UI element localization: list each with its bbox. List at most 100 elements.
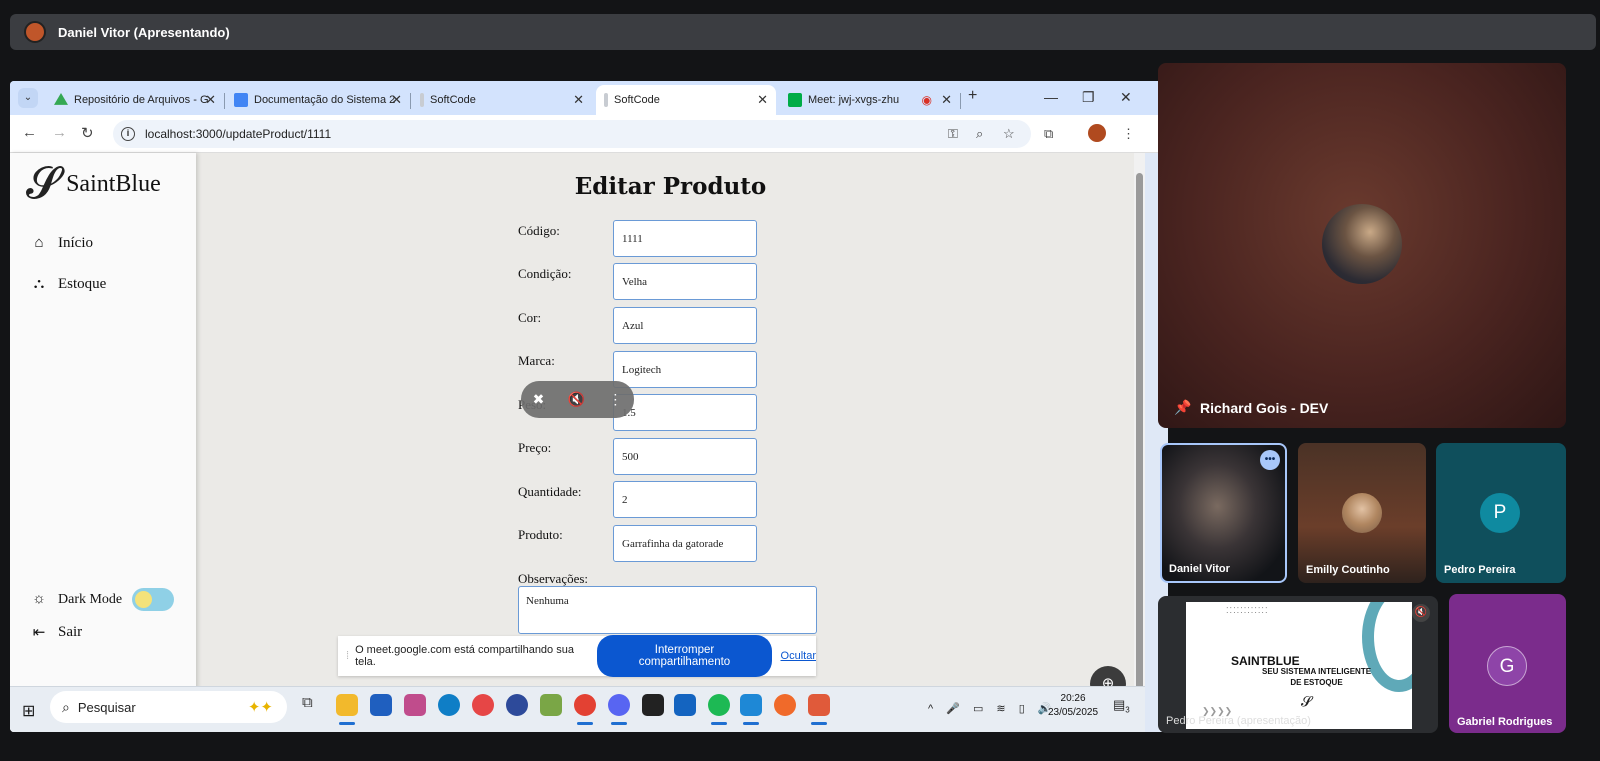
sidebar: 𝓢 SaintBlue ⌂ Início ⛬ Estoque ☼ Dark Mo… <box>10 153 196 732</box>
outlook-icon[interactable] <box>674 694 696 716</box>
participant-tile-gabriel[interactable]: G Gabriel Rodrigues <box>1449 594 1566 733</box>
pinned-participant-tile[interactable]: 📌 Richard Gois - DEV <box>1158 63 1566 428</box>
tab-softcode[interactable]: SoftCode ✕ <box>412 85 592 115</box>
label-marca: Marca: <box>518 353 555 368</box>
softcode-icon <box>604 93 608 107</box>
close-icon[interactable]: ✕ <box>391 92 402 108</box>
minimize-button[interactable]: — <box>1044 89 1058 105</box>
participant-photo <box>1342 493 1382 533</box>
participant-tile-daniel[interactable]: ••• Daniel Vitor <box>1160 443 1287 583</box>
more-options-icon[interactable]: ••• <box>1260 450 1280 470</box>
tab-docs[interactable]: Documentação do Sistema 2 ✕ <box>226 85 411 115</box>
label-condicao: Condição: <box>518 266 572 281</box>
participant-name: Gabriel Rodrigues <box>1457 716 1553 728</box>
unpin-icon[interactable]: ✖ <box>533 391 545 408</box>
menu-kebab-icon[interactable]: ⋮ <box>1122 126 1135 142</box>
peso-input[interactable] <box>613 394 757 431</box>
windows-start-icon[interactable]: ⊞ <box>22 701 35 721</box>
bookmark-star-icon[interactable]: ☆ <box>1003 126 1015 142</box>
page-scrollbar[interactable] <box>1134 153 1145 732</box>
password-key-icon[interactable]: ⚿ <box>948 126 958 142</box>
page-title: Editar Produto <box>574 173 767 200</box>
sidebar-item-inicio[interactable]: ⌂ Início <box>30 235 93 252</box>
taskbar-search[interactable]: ⌕ Pesquisar ✦✦ <box>50 691 287 723</box>
app-icon[interactable] <box>540 694 562 716</box>
discord-icon[interactable] <box>608 694 630 725</box>
close-icon[interactable]: ✕ <box>757 92 768 108</box>
edge-icon[interactable] <box>438 694 460 716</box>
hide-share-bar-link[interactable]: Ocultar <box>781 650 816 662</box>
zoom-icon[interactable]: ⌕ <box>976 126 983 142</box>
marca-input[interactable] <box>613 351 757 388</box>
cor-input[interactable] <box>613 307 757 344</box>
back-button[interactable]: ← <box>22 124 37 141</box>
participant-avatar: G <box>1487 646 1527 686</box>
forward-button[interactable]: → <box>52 124 67 141</box>
app-icon[interactable] <box>404 694 426 716</box>
presenter-title: Daniel Vitor (Apresentando) <box>58 24 230 40</box>
logout-button[interactable]: ⇤ Sair <box>30 623 82 642</box>
close-window-button[interactable]: ✕ <box>1120 89 1132 106</box>
stop-sharing-button[interactable]: Interromper compartilhamento <box>597 635 772 677</box>
label-preco: Preço: <box>518 440 552 455</box>
app-icon[interactable] <box>506 694 528 716</box>
new-tab-button[interactable]: + <box>968 87 977 105</box>
app-icon[interactable] <box>774 694 796 716</box>
address-bar-row: ← → ↻ i localhost:3000/updateProduct/111… <box>10 115 1168 153</box>
store-icon[interactable] <box>370 694 392 716</box>
url-bar[interactable]: i localhost:3000/updateProduct/1111 <box>113 120 1031 148</box>
sidebar-item-estoque[interactable]: ⛬ Estoque <box>30 275 107 293</box>
vscode-icon[interactable] <box>740 694 762 725</box>
task-view-icon[interactable]: ⧉ <box>302 694 324 716</box>
clock-date: 23/05/2025 <box>1048 707 1099 718</box>
codigo-input[interactable] <box>613 220 757 257</box>
extensions-icon[interactable]: ⧉ <box>1044 126 1053 142</box>
tab-meet[interactable]: Meet: jwj-xvgs-zhu ◉ ✕ <box>780 85 961 115</box>
participant-tile-presentation[interactable]: ⁚⁚⁚⁚⁚⁚⁚⁚⁚⁚⁚⁚ SAINTBLUE SEU SISTEMA INTEL… <box>1158 596 1438 733</box>
drag-handle-icon[interactable]: ⁞ <box>346 650 349 662</box>
participant-name: Pedro Pereira (apresentação) <box>1166 715 1311 727</box>
taskbar-clock[interactable]: 20:26 23/05/2025 <box>1048 692 1098 720</box>
mute-icon[interactable]: 🔇 <box>568 391 585 408</box>
sidebar-item-label: Início <box>58 235 93 251</box>
profile-avatar[interactable] <box>1088 124 1106 142</box>
spotify-icon[interactable] <box>708 694 730 725</box>
reload-button[interactable]: ↻ <box>81 124 94 142</box>
clock-time: 20:26 <box>1060 693 1086 704</box>
label-produto: Produto: <box>518 527 563 542</box>
notifications-icon[interactable]: ▤3 <box>1113 697 1130 715</box>
saintblue-s-icon: 𝓢 <box>26 158 61 209</box>
file-explorer-icon[interactable] <box>336 694 358 725</box>
presentation-slide: ⁚⁚⁚⁚⁚⁚⁚⁚⁚⁚⁚⁚ SAINTBLUE SEU SISTEMA INTEL… <box>1186 602 1412 729</box>
presenter-avatar <box>24 21 46 43</box>
app-icon[interactable] <box>808 694 830 725</box>
participant-tile-emilly[interactable]: Emilly Coutinho <box>1298 443 1426 583</box>
opera-icon[interactable] <box>472 694 494 716</box>
site-info-icon[interactable]: i <box>121 127 135 141</box>
tab-softcode-active[interactable]: SoftCode ✕ <box>596 85 776 115</box>
tab-drive[interactable]: Repositório de Arquivos - G ✕ <box>46 85 225 115</box>
label-cor: Cor: <box>518 310 542 325</box>
restore-button[interactable]: ❐ <box>1082 89 1095 106</box>
more-options-icon[interactable]: ⋮ <box>608 391 622 408</box>
quantidade-input[interactable] <box>613 481 757 518</box>
participant-name: Emilly Coutinho <box>1306 564 1390 576</box>
system-tray[interactable]: ^ 🎤 ▭ ≋ ▯ 🔊 <box>928 702 1057 715</box>
sparkle-icon: ✦✦ <box>247 699 273 716</box>
docs-icon <box>234 93 248 107</box>
participant-tile-pedro[interactable]: P Pedro Pereira <box>1436 443 1566 583</box>
label-quantidade: Quantidade: <box>518 484 582 499</box>
dark-mode-toggle[interactable] <box>132 588 174 611</box>
screen-share-bar: ⁞ O meet.google.com está compartilhando … <box>338 635 816 677</box>
close-icon[interactable]: ✕ <box>941 92 952 108</box>
observacoes-textarea[interactable]: Nenhuma <box>518 586 817 634</box>
preco-input[interactable] <box>613 438 757 475</box>
close-icon[interactable]: ✕ <box>205 92 216 108</box>
windows-taskbar: ⊞ ⌕ Pesquisar ✦✦ ⧉ ^ 🎤 ▭ ≋ ▯ 🔊 20:26 23/… <box>10 686 1145 732</box>
condicao-input[interactable] <box>613 263 757 300</box>
tab-search-button[interactable]: ⌄ <box>18 88 38 108</box>
chrome-icon[interactable] <box>574 694 596 725</box>
close-icon[interactable]: ✕ <box>573 92 584 108</box>
produto-input[interactable] <box>613 525 757 562</box>
figma-icon[interactable] <box>642 694 664 716</box>
